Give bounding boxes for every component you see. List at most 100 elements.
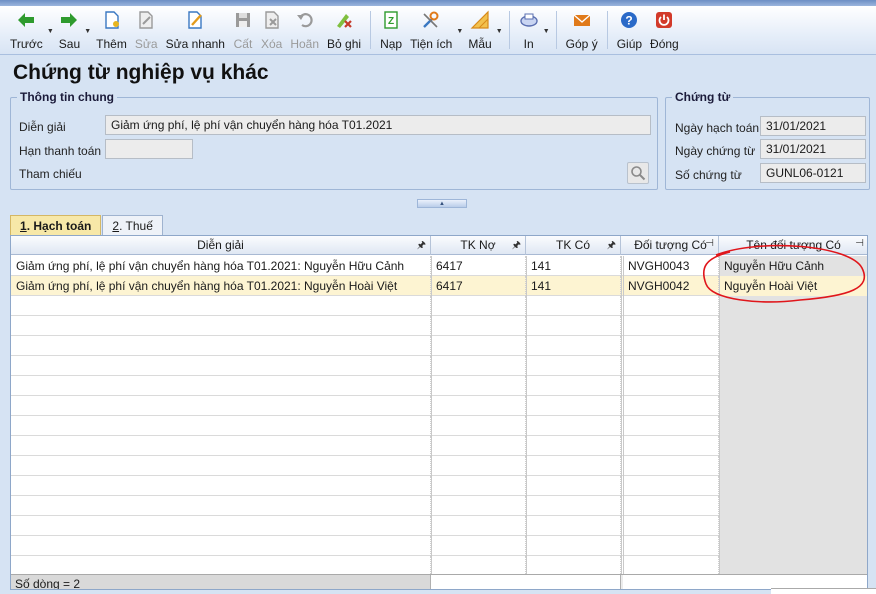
cell-tk-co[interactable]: [526, 416, 621, 436]
cell-doi-tuong[interactable]: [623, 416, 719, 436]
cell-tk-no[interactable]: [431, 396, 526, 416]
cell-doi-tuong[interactable]: [623, 516, 719, 536]
cell-doi-tuong[interactable]: [623, 336, 719, 356]
cell-tk-co[interactable]: [526, 556, 621, 576]
cell-tk-no[interactable]: [431, 456, 526, 476]
dropdown-caret-icon[interactable]: ▼: [456, 28, 463, 35]
cell-dien-giai[interactable]: [11, 356, 431, 376]
empty-table-row[interactable]: [11, 396, 867, 416]
cell-doi-tuong[interactable]: [623, 376, 719, 396]
cell-tk-no[interactable]: [431, 356, 526, 376]
cell-dien-giai[interactable]: [11, 416, 431, 436]
cell-tk-co[interactable]: [526, 376, 621, 396]
cell-ten-doi-tuong[interactable]: [719, 296, 867, 316]
empty-table-row[interactable]: [11, 296, 867, 316]
cell-dien-giai[interactable]: [11, 496, 431, 516]
cell-tk-no[interactable]: [431, 316, 526, 336]
toolbar-button-power[interactable]: Đóng: [646, 6, 683, 52]
cell-dien-giai[interactable]: [11, 516, 431, 536]
cell-tk-co[interactable]: [526, 316, 621, 336]
cell-doi-tuong[interactable]: [623, 496, 719, 516]
empty-table-row[interactable]: [11, 316, 867, 336]
empty-table-row[interactable]: [11, 536, 867, 556]
cell-ten-doi-tuong[interactable]: [719, 316, 867, 336]
column-header-tk-no[interactable]: TK Nợ 🖈: [431, 236, 526, 255]
cell-doi-tuong[interactable]: NVGH0042: [623, 276, 719, 296]
empty-table-row[interactable]: [11, 356, 867, 376]
toolbar-button-save[interactable]: Cất: [229, 6, 257, 52]
cell-tk-no[interactable]: 6417: [431, 276, 526, 296]
cell-tk-no[interactable]: [431, 336, 526, 356]
toolbar-button-quick-edit[interactable]: Sửa nhanh: [162, 6, 229, 52]
cell-dien-giai[interactable]: [11, 476, 431, 496]
han-thanh-toan-field[interactable]: [105, 139, 193, 159]
empty-table-row[interactable]: [11, 436, 867, 456]
cell-ten-doi-tuong[interactable]: [719, 456, 867, 476]
toolbar-button-template[interactable]: Mẫu ▼: [464, 6, 503, 52]
dropdown-caret-icon[interactable]: ▼: [47, 28, 54, 35]
cell-ten-doi-tuong[interactable]: [719, 556, 867, 576]
cell-tk-co[interactable]: [526, 496, 621, 516]
cell-tk-co[interactable]: 141: [526, 256, 621, 276]
cell-dien-giai[interactable]: [11, 376, 431, 396]
cell-dien-giai[interactable]: [11, 296, 431, 316]
empty-table-row[interactable]: [11, 456, 867, 476]
table-row[interactable]: Giảm ứng phí, lệ phí vận chuyển hàng hóa…: [11, 276, 867, 296]
pin-icon[interactable]: 🖈: [607, 238, 616, 255]
toolbar-button-arrow-left[interactable]: Trước ▼: [6, 6, 54, 52]
cell-tk-no[interactable]: [431, 476, 526, 496]
cell-ten-doi-tuong[interactable]: [719, 436, 867, 456]
cell-doi-tuong[interactable]: NVGH0043: [623, 256, 719, 276]
empty-table-row[interactable]: [11, 476, 867, 496]
cell-doi-tuong[interactable]: [623, 356, 719, 376]
column-header-dien-giai[interactable]: Diễn giải 🖈: [11, 236, 431, 255]
cell-tk-no[interactable]: [431, 436, 526, 456]
column-header-doi-tuong-co[interactable]: Đối tượng Có ⊣: [623, 236, 719, 255]
toolbar-button-unpost[interactable]: Bỏ ghi: [323, 6, 365, 52]
table-row[interactable]: Giảm ứng phí, lệ phí vận chuyển hàng hóa…: [11, 256, 867, 276]
cell-tk-no[interactable]: [431, 296, 526, 316]
cell-dien-giai[interactable]: [11, 316, 431, 336]
cell-doi-tuong[interactable]: [623, 456, 719, 476]
empty-table-row[interactable]: [11, 416, 867, 436]
ngay-hach-toan-field[interactable]: 31/01/2021: [760, 116, 866, 136]
cell-ten-doi-tuong[interactable]: [719, 536, 867, 556]
toolbar-button-help[interactable]: ? Giúp: [613, 6, 646, 52]
column-header-ten-doi-tuong-co[interactable]: Tên đối tượng Có ⊣: [719, 236, 867, 255]
toolbar-button-edit-document[interactable]: Sửa: [131, 6, 162, 52]
cell-tk-co[interactable]: [526, 296, 621, 316]
toolbar-button-delete[interactable]: Xóa: [257, 6, 286, 52]
cell-doi-tuong[interactable]: [623, 436, 719, 456]
cell-ten-doi-tuong[interactable]: [719, 496, 867, 516]
cell-tk-no[interactable]: [431, 536, 526, 556]
cell-ten-doi-tuong[interactable]: [719, 516, 867, 536]
cell-ten-doi-tuong[interactable]: [719, 356, 867, 376]
cell-tk-co[interactable]: 141: [526, 276, 621, 296]
dropdown-caret-icon[interactable]: ▼: [84, 28, 91, 35]
cell-tk-co[interactable]: [526, 476, 621, 496]
cell-dien-giai[interactable]: [11, 556, 431, 576]
empty-table-row[interactable]: [11, 376, 867, 396]
cell-tk-co[interactable]: [526, 536, 621, 556]
pin-icon[interactable]: 🖈: [512, 238, 521, 255]
cell-tk-co[interactable]: [526, 396, 621, 416]
toolbar-button-reload[interactable]: Z Nạp: [376, 6, 406, 52]
cell-ten-doi-tuong[interactable]: [719, 396, 867, 416]
dropdown-caret-icon[interactable]: ▼: [543, 28, 550, 35]
cell-doi-tuong[interactable]: [623, 316, 719, 336]
cell-tk-co[interactable]: [526, 456, 621, 476]
empty-table-row[interactable]: [11, 496, 867, 516]
reference-lookup-button[interactable]: [627, 162, 649, 184]
cell-dien-giai[interactable]: [11, 456, 431, 476]
toolbar-button-new-document[interactable]: Thêm: [92, 6, 131, 52]
cell-tk-co[interactable]: [526, 436, 621, 456]
tab-thue[interactable]: 2. Thuế: [102, 215, 163, 236]
cell-doi-tuong[interactable]: [623, 556, 719, 576]
cell-dien-giai[interactable]: [11, 396, 431, 416]
pin-icon[interactable]: ⊣: [705, 238, 714, 249]
cell-ten-doi-tuong[interactable]: [719, 476, 867, 496]
cell-tk-no[interactable]: 6417: [431, 256, 526, 276]
so-chung-tu-field[interactable]: GUNL06-0121: [760, 163, 866, 183]
collapse-splitter[interactable]: ▲: [417, 199, 467, 208]
pin-icon[interactable]: 🖈: [417, 238, 426, 255]
